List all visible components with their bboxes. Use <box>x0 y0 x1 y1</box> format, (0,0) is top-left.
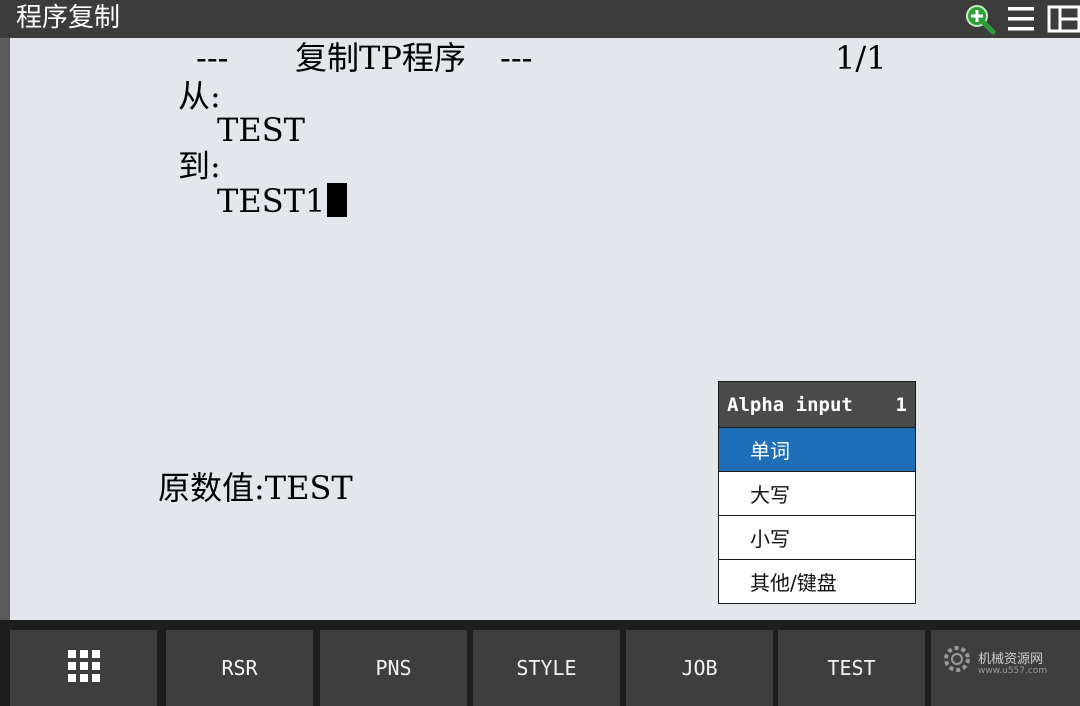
popup-number: 1 <box>895 393 907 416</box>
fkey-test[interactable]: TEST <box>778 630 925 706</box>
original-value-row: 原数值:TEST <box>158 470 353 506</box>
grid-icon <box>67 649 101 688</box>
header-dashes-right: --- <box>500 39 533 77</box>
window-title: 程序复制 <box>16 3 121 33</box>
popup-header: Alpha input 1 <box>719 382 915 427</box>
main-screen: --- 复制TP程序 --- 1/1 从: TEST 到: TEST1 原数值:… <box>10 38 1080 620</box>
zoom-in-icon[interactable] <box>962 2 998 40</box>
watermark-name: 机械资源网 <box>978 652 1044 667</box>
left-edge <box>0 38 10 620</box>
fkey-job[interactable]: JOB <box>626 630 773 706</box>
function-key-bar: RSR PNS STYLE JOB TEST <box>0 620 1080 706</box>
layout-icon[interactable] <box>1046 2 1080 40</box>
menu-icon[interactable] <box>1006 2 1036 40</box>
from-label: 从: <box>178 77 221 115</box>
original-value: TEST <box>264 469 353 507</box>
fkey-rsr[interactable]: RSR <box>166 630 313 706</box>
from-value: TEST <box>217 111 305 149</box>
watermark-url: www.u557.com <box>978 666 1048 676</box>
popup-title: Alpha input <box>727 393 853 416</box>
popup-item-uppercase[interactable]: 大写 <box>719 471 915 515</box>
original-label: 原数值: <box>158 469 265 507</box>
grid-menu-button[interactable] <box>10 630 157 706</box>
to-field[interactable]: TEST1 <box>217 182 348 220</box>
watermark-gear-icon <box>940 642 974 680</box>
screen-title: 复制TP程序 <box>295 39 466 77</box>
title-bar: 程序复制 <box>0 0 1080 38</box>
fkey-pns[interactable]: PNS <box>320 630 467 706</box>
to-label: 到: <box>178 147 221 185</box>
to-value: TEST1 <box>217 182 326 220</box>
fkey-style[interactable]: STYLE <box>473 630 620 706</box>
popup-item-lowercase[interactable]: 小写 <box>719 515 915 559</box>
popup-item-word[interactable]: 单词 <box>719 427 915 471</box>
page-indicator: 1/1 <box>835 39 887 77</box>
alpha-input-popup: Alpha input 1 单词 大写 小写 其他/键盘 <box>718 381 916 604</box>
header-dashes-left: --- <box>196 39 229 77</box>
text-cursor <box>327 183 348 217</box>
popup-item-other-keyboard[interactable]: 其他/键盘 <box>719 559 915 603</box>
watermark: 机械资源网 www.u557.com <box>938 632 1078 692</box>
